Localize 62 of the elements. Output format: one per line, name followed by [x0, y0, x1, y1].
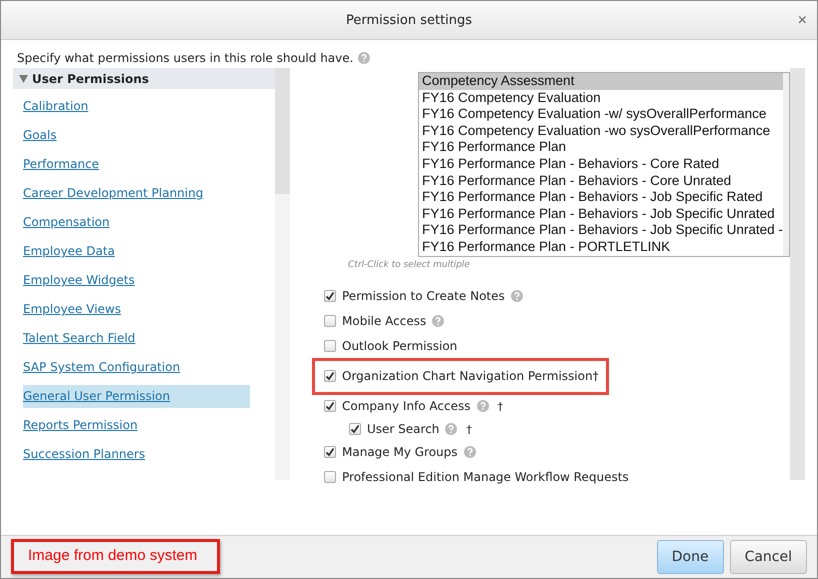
- help-icon[interactable]: [445, 423, 458, 436]
- list-option[interactable]: FY16 Performance Plan - Behaviors - Core Rated: [419, 156, 783, 173]
- help-icon[interactable]: [432, 315, 444, 328]
- sidebar-link[interactable]: General User Permission: [23, 385, 250, 408]
- window-title: Permission settings: [346, 12, 472, 28]
- hint-text: Ctrl-Click to select multiple: [348, 260, 471, 270]
- checkbox[interactable]: [324, 400, 336, 412]
- sidebar-link[interactable]: Succession Planners: [23, 443, 250, 466]
- sidebar-link[interactable]: Performance: [23, 153, 250, 176]
- checkbox[interactable]: [324, 370, 336, 382]
- permission-label: Organization Chart Navigation Permission†: [342, 369, 599, 384]
- help-icon[interactable]: [476, 400, 489, 412]
- dagger-mark: †: [498, 400, 504, 413]
- permission-label: Manage My Groups: [342, 445, 458, 460]
- sidebar-link[interactable]: Employee Widgets: [23, 269, 250, 292]
- permission-label: Outlook Permission: [342, 339, 458, 354]
- intro-text: Specify what permissions users in this role should have.: [17, 51, 354, 65]
- sidebar-link[interactable]: Calibration: [23, 95, 250, 118]
- list-box[interactable]: [418, 72, 790, 257]
- sidebar-link[interactable]: SAP System Configuration: [23, 356, 250, 379]
- list-option[interactable]: FY16 Performance Plan - Behaviors - Job Specific Unrated: [419, 206, 783, 222]
- sidebar-link[interactable]: Compensation: [23, 211, 250, 234]
- cancel-button[interactable]: Cancel: [730, 540, 807, 574]
- sidebar-link[interactable]: Employee Data: [23, 240, 250, 263]
- permission-label: Permission to Create Notes: [342, 289, 505, 304]
- help-icon[interactable]: [510, 290, 523, 302]
- sidebar-link[interactable]: Goals: [23, 124, 250, 147]
- checkbox[interactable]: [324, 290, 336, 302]
- sidebar-link[interactable]: Career Development Planning: [23, 182, 250, 205]
- section-header[interactable]: User Permissions: [13, 68, 275, 89]
- permission-label: Company Info Access: [342, 399, 471, 414]
- list-option[interactable]: FY16 Performance Plan - Behaviors - Job Specific Rated: [419, 189, 783, 206]
- list-option[interactable]: Competency Assessment: [419, 73, 783, 90]
- annotation-note: Image from demo system: [11, 538, 220, 574]
- dagger-mark: †: [466, 422, 472, 436]
- scrollbar[interactable]: [275, 68, 290, 480]
- permission-label: Professional Edition Manage Workflow Requests: [342, 470, 629, 484]
- scrollbar[interactable]: [782, 73, 789, 256]
- list-option[interactable]: FY16 Competency Evaluation -w/ sysOverallPerformance: [419, 106, 783, 123]
- help-icon[interactable]: [358, 52, 370, 64]
- scrollbar[interactable]: [790, 68, 805, 480]
- close-button[interactable]: ×: [798, 13, 807, 29]
- list-option[interactable]: FY16 Performance Plan - Behaviors - Core Unrated: [419, 172, 783, 190]
- section-title: User Permissions: [32, 72, 149, 86]
- caret-icon: [19, 74, 28, 82]
- list-option[interactable]: FY16 Performance Plan - Behaviors - Job Specific Unrated -: [419, 222, 783, 239]
- sidebar-link[interactable]: Reports Permission: [23, 414, 250, 437]
- list-option[interactable]: FY16 Performance Plan: [419, 139, 783, 156]
- sidebar-link[interactable]: Talent Search Field: [23, 327, 250, 350]
- list-option[interactable]: FY16 Competency Evaluation: [419, 90, 783, 106]
- checkbox[interactable]: [349, 423, 361, 436]
- checkbox[interactable]: [324, 340, 336, 352]
- permission-label: User Search: [367, 422, 440, 436]
- checkbox[interactable]: [324, 471, 336, 484]
- list-option[interactable]: FY16 Performance Plan - PORTLETLINK: [419, 238, 783, 256]
- sidebar-link[interactable]: Employee Views: [23, 298, 250, 321]
- checkbox[interactable]: [324, 446, 336, 458]
- help-icon[interactable]: [464, 446, 476, 458]
- permission-label: Mobile Access: [342, 314, 426, 328]
- done-button[interactable]: Done: [656, 540, 724, 574]
- checkbox[interactable]: [324, 315, 336, 328]
- list-option[interactable]: FY16 Competency Evaluation -wo sysOverallPerformance: [419, 122, 783, 140]
